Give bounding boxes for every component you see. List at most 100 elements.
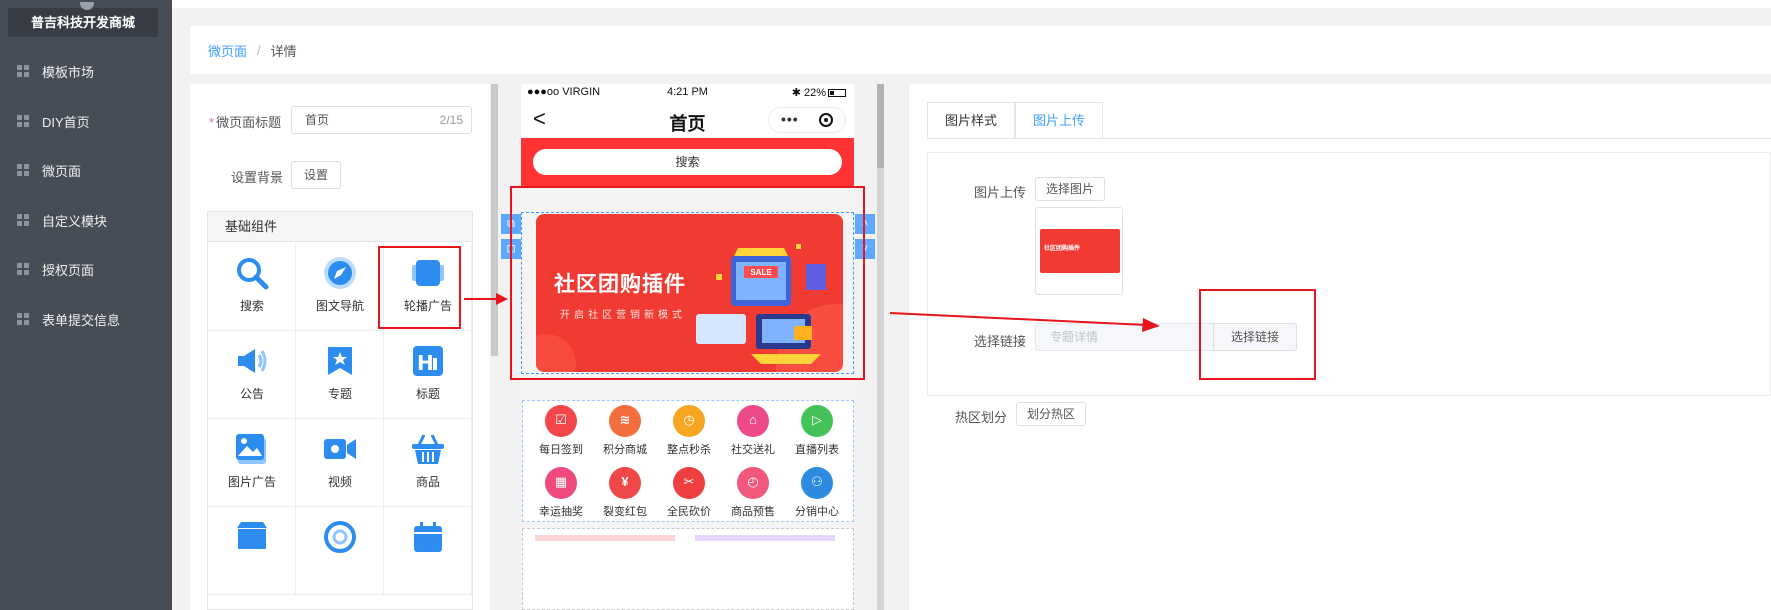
nav-item-live-list[interactable]: ▷ 直播列表: [785, 401, 849, 461]
icon-nav-preview[interactable]: ☑ 每日签到 ≋ 积分商城 ◷ 整点秒杀 ⌂ 社交送礼 ▷ 直播列表 ▦ 幸运抽奖 ¥ 裂变红…: [522, 400, 854, 522]
component-video[interactable]: 视频: [296, 419, 384, 507]
choose-link-button[interactable]: 选择链接: [1213, 323, 1297, 351]
component-carousel[interactable]: 轮播广告: [384, 243, 472, 331]
required-mark: *: [209, 115, 215, 130]
component-topic[interactable]: 专题: [296, 331, 384, 419]
coins-glyph: ≋: [619, 412, 631, 427]
image-upload-label: 图片上传: [974, 185, 1027, 200]
promo-strip-right: [695, 535, 835, 541]
nav-item-flash-sale[interactable]: ◷ 整点秒杀: [657, 401, 721, 461]
move-up-icon[interactable]: ˄: [855, 214, 875, 234]
gift-glyph: ⌂: [749, 412, 757, 427]
preview-scrollbar-thumb[interactable]: [877, 84, 884, 168]
move-down-icon[interactable]: ˅: [855, 239, 875, 259]
component-heading[interactable]: H 标题: [384, 331, 472, 419]
banner-subtitle: 开启社区营销新模式: [560, 310, 686, 321]
battery-status: ✱ 22%: [792, 86, 846, 99]
component-image-nav[interactable]: 图文导航: [296, 243, 384, 331]
nav-item-distribution[interactable]: ⚇ 分销中心: [785, 463, 849, 523]
copy-component-icon[interactable]: ⧉: [501, 214, 521, 234]
megaphone-icon: [238, 349, 267, 373]
page-title-label: * 微页面标题: [209, 112, 281, 131]
component-coupon[interactable]: [296, 507, 384, 595]
search-component-preview[interactable]: 搜索: [521, 138, 854, 188]
sidebar-item-form-submissions[interactable]: 表单提交信息: [0, 299, 172, 339]
component-editor-panel: 图片样式 图片上传 图片上传 选择图片 社区团购插件 选择链接 专题详情 选择链…: [909, 84, 1771, 610]
nav-item-social-gift[interactable]: ⌂ 社交送礼: [721, 401, 785, 461]
clock-glyph: ◷: [683, 412, 695, 427]
promo-strip-left: [535, 535, 675, 541]
phone-nav-bar: < 首页 •••: [521, 102, 854, 138]
close-target-icon[interactable]: [819, 113, 833, 127]
sidebar-item-label: 自定义模块: [42, 213, 108, 229]
search-bar[interactable]: 搜索: [533, 149, 842, 175]
component-label: 搜索: [239, 299, 264, 313]
nav-item-daily-checkin[interactable]: ☑ 每日签到: [529, 401, 593, 461]
tab-image-style[interactable]: 图片样式: [927, 102, 1016, 139]
coupon-icon: [324, 521, 356, 553]
banner-title: 社区团购插件: [554, 273, 686, 296]
thumbnail-text: 社区团购插件: [1044, 246, 1081, 252]
choose-image-button[interactable]: 选择图片: [1035, 177, 1105, 201]
component-notice[interactable]: 公告: [208, 331, 296, 419]
phone-preview: ●●●oo VIRGIN 4:21 PM ✱ 22% < 首页 ••• 搜索 社…: [521, 84, 854, 610]
component-label: 公告: [239, 387, 264, 401]
preview-scrollbar[interactable]: [877, 84, 884, 610]
sidebar-item-diy-home[interactable]: DIY首页: [0, 101, 172, 141]
calendar-icon: [414, 522, 442, 552]
editor-tabs: 图片样式 图片上传: [927, 102, 1104, 139]
nav-item-red-packet[interactable]: ¥ 裂变红包: [593, 463, 657, 523]
nav-item-label: 社交送礼: [731, 444, 775, 456]
sidebar-item-micro-page[interactable]: 微页面: [0, 150, 172, 190]
tab-image-upload[interactable]: 图片上传: [1015, 102, 1104, 139]
sidebar-item-custom-module[interactable]: 自定义模块: [0, 200, 172, 240]
breadcrumb-current: 详情: [270, 43, 297, 59]
component-search[interactable]: 搜索: [208, 243, 296, 331]
thumbnail-image: 社区团购插件: [1040, 229, 1120, 273]
breadcrumb-parent-link[interactable]: 微页面: [208, 41, 247, 60]
component-calendar[interactable]: [384, 507, 472, 595]
component-label: 图片广告: [227, 475, 276, 489]
checkin-glyph: ☑: [555, 412, 567, 427]
set-background-button[interactable]: 设置: [291, 161, 341, 189]
sidebar: 普吉科技开发商城 模板市场 DIY首页 微页面 自定义模块 授权页面 表单提交信…: [0, 0, 172, 610]
component-label: 图文导航: [315, 299, 364, 313]
nav-item-lucky-draw[interactable]: ▦ 幸运抽奖: [529, 463, 593, 523]
link-input[interactable]: 专题详情: [1035, 323, 1214, 351]
component-image-ad[interactable]: 图片广告: [208, 419, 296, 507]
clock-icon: ◷: [673, 405, 705, 437]
carousel-icon: [412, 260, 444, 286]
left-panel-scrollbar[interactable]: [491, 84, 498, 356]
more-dots-icon[interactable]: •••: [781, 111, 799, 127]
sidebar-item-label: 表单提交信息: [42, 312, 121, 328]
heading-icon: H: [413, 346, 443, 376]
sidebar-item-label: 模板市场: [42, 64, 95, 80]
promo-module-preview[interactable]: [522, 528, 854, 610]
nav-item-presale[interactable]: ◴ 商品预售: [721, 463, 785, 523]
nav-item-points-mall[interactable]: ≋ 积分商城: [593, 401, 657, 461]
sidebar-item-auth-page[interactable]: 授权页面: [0, 249, 172, 289]
uploaded-image-thumbnail[interactable]: 社区团购插件: [1035, 207, 1123, 295]
bluetooth-icon: ✱: [791, 87, 804, 99]
carousel-item-form: 图片上传 选择图片 社区团购插件 选择链接 专题详情 选择链接: [927, 152, 1771, 396]
component-label: 标题: [415, 387, 440, 401]
delete-component-icon[interactable]: ⊡: [501, 239, 521, 259]
mini-program-capsule[interactable]: •••: [768, 107, 846, 133]
nav-item-bargain[interactable]: ✂ 全民砍价: [657, 463, 721, 523]
red-packet-glyph: ¥: [621, 474, 629, 489]
nav-item-label: 裂变红包: [603, 506, 647, 518]
component-store[interactable]: [208, 507, 296, 595]
sidebar-item-template-market[interactable]: 模板市场: [0, 51, 172, 91]
red-packet-icon: ¥: [609, 467, 641, 499]
carousel-banner[interactable]: 社区团购插件 开启社区营销新模式 SALE: [536, 214, 843, 372]
hotspot-divide-button[interactable]: 划分热区: [1016, 402, 1086, 426]
bargain-glyph: ✂: [683, 474, 695, 489]
network-icon: ⚇: [801, 467, 833, 499]
hotspot-label: 热区划分: [955, 410, 1008, 425]
breadcrumb-separator: /: [257, 42, 261, 58]
top-bar: [172, 0, 1771, 8]
battery-icon: [828, 89, 846, 97]
component-product[interactable]: 商品: [384, 419, 472, 507]
page-title-input[interactable]: 首页 2/15: [291, 106, 472, 134]
page-title-value: 首页: [305, 113, 330, 127]
